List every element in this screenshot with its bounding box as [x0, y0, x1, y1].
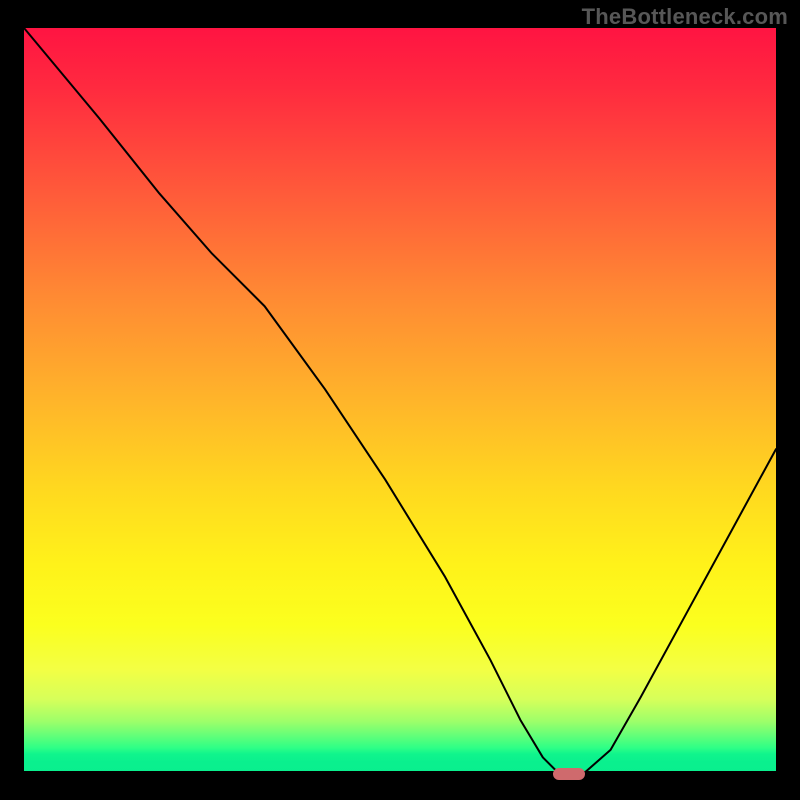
bottleneck-curve [24, 28, 776, 780]
x-axis-baseline [24, 771, 776, 774]
bottleneck-marker [553, 768, 585, 780]
chart-frame: TheBottleneck.com [0, 0, 800, 800]
plot-area [24, 28, 776, 774]
watermark-label: TheBottleneck.com [582, 4, 788, 30]
